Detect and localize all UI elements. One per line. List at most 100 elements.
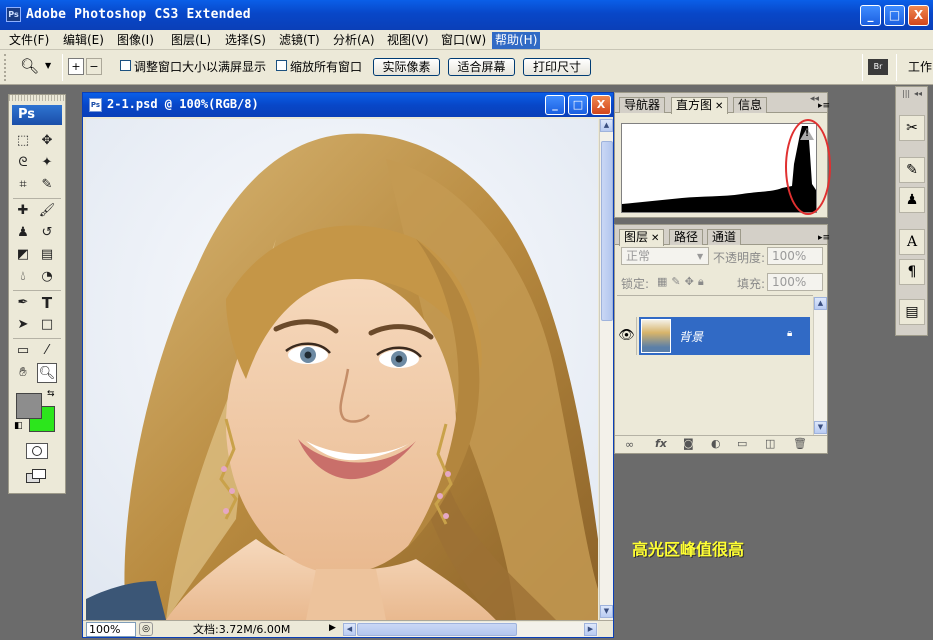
marquee-tool-icon[interactable]: ⬚ bbox=[13, 131, 33, 151]
menu-edit[interactable]: 编辑(E) bbox=[60, 32, 107, 49]
close-tab-icon[interactable]: ✕ bbox=[651, 233, 659, 244]
screen-mode-icon[interactable] bbox=[26, 469, 48, 485]
hand-tool-icon[interactable]: ✋︎ bbox=[13, 363, 33, 383]
swap-colors-icon[interactable]: ⇆ bbox=[47, 389, 55, 399]
vertical-scrollbar[interactable]: ▲ ▼ bbox=[599, 119, 613, 620]
fill-field[interactable]: 100% bbox=[767, 273, 823, 291]
doc-maximize-button[interactable]: □ bbox=[568, 95, 588, 115]
toolbox-grip[interactable] bbox=[9, 95, 65, 101]
workspace-label[interactable]: 工作 bbox=[908, 58, 932, 75]
clone-source-icon[interactable]: ♟ bbox=[899, 187, 925, 213]
clone-stamp-tool-icon[interactable]: ♟ bbox=[13, 223, 33, 243]
resize-windows-checkbox[interactable] bbox=[120, 60, 131, 71]
tool-preset-dropdown-icon[interactable]: ▼ bbox=[45, 61, 51, 70]
menu-filter[interactable]: 滤镜(T) bbox=[276, 32, 323, 49]
history-brush-tool-icon[interactable]: ↺ bbox=[37, 223, 57, 243]
tab-paths[interactable]: 路径 bbox=[669, 229, 704, 245]
layers-scrollbar[interactable]: ▲ ▼ bbox=[813, 297, 827, 435]
tab-layers[interactable]: 图层 ✕ bbox=[619, 229, 665, 246]
quick-mask-icon[interactable] bbox=[26, 443, 48, 459]
layer-visibility-eye-icon[interactable]: 👁︎ bbox=[617, 317, 637, 355]
bridge-icon[interactable]: Br bbox=[868, 59, 888, 75]
dodge-tool-icon[interactable]: ◔ bbox=[37, 267, 57, 287]
toolbox-logo[interactable]: Ps bbox=[12, 105, 62, 125]
maximize-button[interactable]: □ bbox=[884, 5, 905, 26]
menu-file[interactable]: 文件(F) bbox=[6, 32, 52, 49]
opacity-field[interactable]: 100% bbox=[767, 247, 823, 265]
menu-help[interactable]: 帮助(H) bbox=[492, 32, 541, 49]
tab-channels[interactable]: 通道 bbox=[707, 229, 742, 245]
zoom-tool-icon[interactable]: 🔍︎ bbox=[20, 57, 39, 75]
menu-layer[interactable]: 图层(L) bbox=[168, 32, 214, 49]
actual-pixels-button[interactable]: 实际像素 bbox=[373, 58, 440, 76]
crop-tool-icon[interactable]: ⌗ bbox=[13, 175, 33, 195]
tab-histogram[interactable]: 直方图 ✕ bbox=[671, 97, 729, 114]
pen-tool-icon[interactable]: ✒ bbox=[13, 293, 33, 313]
healing-brush-tool-icon[interactable]: ✚ bbox=[13, 201, 33, 221]
zoom-in-icon[interactable]: + bbox=[68, 58, 84, 75]
print-size-button[interactable]: 打印尺寸 bbox=[523, 58, 591, 76]
brushes-icon[interactable]: ✎ bbox=[899, 157, 925, 183]
scroll-right-icon[interactable]: ▶ bbox=[584, 623, 597, 636]
type-tool-icon[interactable]: T bbox=[37, 293, 57, 313]
lock-options-icon[interactable]: ▦✎✥🔒︎ bbox=[657, 275, 708, 289]
document-title-bar[interactable]: Ps 2-1.psd @ 100%(RGB/8) _ □ X bbox=[83, 93, 613, 117]
tool-presets-icon[interactable]: ✂ bbox=[899, 115, 925, 141]
brush-tool-icon[interactable]: 🖌︎ bbox=[37, 201, 57, 221]
new-group-icon[interactable]: ▭ bbox=[737, 437, 747, 450]
zoom-level-field[interactable]: 100% bbox=[86, 622, 136, 637]
tab-navigator[interactable]: 导航器 bbox=[619, 97, 666, 113]
doc-minimize-button[interactable]: _ bbox=[545, 95, 565, 115]
notes-tool-icon[interactable]: ▭ bbox=[13, 341, 33, 361]
dock-grip[interactable]: ||| bbox=[902, 89, 910, 98]
scroll-up-icon[interactable]: ▲ bbox=[600, 119, 613, 132]
zoom-tool-icon[interactable]: 🔍︎ bbox=[37, 363, 57, 383]
blend-mode-select[interactable]: 正常 bbox=[621, 247, 709, 265]
layer-style-icon[interactable]: fx bbox=[655, 437, 667, 450]
options-grip[interactable] bbox=[4, 54, 8, 81]
foreground-color-swatch-front[interactable] bbox=[16, 393, 42, 419]
scroll-down-icon[interactable]: ▼ bbox=[814, 421, 827, 434]
fit-screen-button[interactable]: 适合屏幕 bbox=[448, 58, 515, 76]
gradient-tool-icon[interactable]: ▤ bbox=[37, 245, 57, 265]
blend-mode-dropdown-icon[interactable]: ▼ bbox=[697, 252, 703, 261]
expand-dock-icon[interactable]: ◂◂ bbox=[914, 89, 922, 98]
menu-analysis[interactable]: 分析(A) bbox=[330, 32, 378, 49]
horizontal-scrollbar[interactable]: ◀ ▶ bbox=[343, 622, 598, 637]
scroll-up-icon[interactable]: ▲ bbox=[814, 297, 827, 310]
panel-menu-icon[interactable]: ▸≡ bbox=[818, 233, 830, 243]
layer-mask-icon[interactable]: ◙ bbox=[683, 437, 694, 450]
notes-panel-icon[interactable]: ▤ bbox=[899, 299, 925, 325]
vertical-scroll-thumb[interactable] bbox=[601, 141, 613, 321]
zoom-all-windows-checkbox[interactable] bbox=[276, 60, 287, 71]
scroll-down-icon[interactable]: ▼ bbox=[600, 605, 613, 618]
doc-close-button[interactable]: X bbox=[591, 95, 611, 115]
move-tool-icon[interactable]: ✥ bbox=[37, 131, 57, 151]
adjustment-layer-icon[interactable]: ◐ bbox=[711, 437, 721, 450]
close-tab-icon[interactable]: ✕ bbox=[715, 101, 723, 112]
new-layer-icon[interactable]: ◫ bbox=[765, 437, 775, 450]
magic-wand-tool-icon[interactable]: ✦ bbox=[37, 153, 57, 173]
link-layers-icon[interactable]: ∞ bbox=[625, 438, 634, 451]
eyedropper-tool-icon[interactable]: ⁄ bbox=[37, 341, 57, 361]
default-colors-icon[interactable]: ◧ bbox=[14, 421, 23, 431]
menu-view[interactable]: 视图(V) bbox=[384, 32, 432, 49]
close-button[interactable]: X bbox=[908, 5, 929, 26]
slice-tool-icon[interactable]: ✎ bbox=[37, 175, 57, 195]
minimize-button[interactable]: _ bbox=[860, 5, 881, 26]
blur-tool-icon[interactable]: 💧︎ bbox=[13, 267, 33, 287]
delete-layer-icon[interactable]: 🗑︎ bbox=[793, 437, 807, 450]
rectangle-tool-icon[interactable]: □ bbox=[37, 315, 57, 335]
image-canvas[interactable] bbox=[86, 119, 598, 620]
horizontal-scroll-thumb[interactable] bbox=[357, 623, 517, 636]
scroll-left-icon[interactable]: ◀ bbox=[343, 623, 356, 636]
status-arrow-icon[interactable]: ▶ bbox=[329, 623, 336, 633]
eraser-tool-icon[interactable]: ◩ bbox=[13, 245, 33, 265]
status-menu-icon[interactable]: ◎ bbox=[139, 622, 153, 636]
paragraph-icon[interactable]: ¶ bbox=[899, 259, 925, 285]
path-selection-tool-icon[interactable]: ➤ bbox=[13, 315, 33, 335]
menu-window[interactable]: 窗口(W) bbox=[438, 32, 489, 49]
zoom-out-icon[interactable]: − bbox=[86, 58, 102, 75]
tab-info[interactable]: 信息 bbox=[733, 97, 768, 113]
panel-menu-icon[interactable]: ▸≡ bbox=[818, 101, 830, 111]
